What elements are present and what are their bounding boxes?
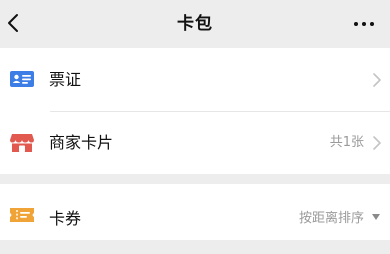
ticket-icon — [10, 208, 34, 222]
card-count: 共1张 — [329, 135, 364, 150]
list-item-label: 票证 — [49, 70, 82, 89]
sort-label: 按距离排序 — [298, 211, 364, 226]
more-dot — [362, 22, 366, 26]
store-icon — [10, 134, 34, 152]
list-item-label: 商家卡片 — [49, 133, 114, 152]
more-dot — [354, 22, 358, 26]
card-group-main: 票证 商家卡片 共1张 — [0, 48, 390, 174]
card-group-coupons: 卡券 按距离排序 — [0, 184, 390, 240]
chevron-right-icon — [373, 136, 381, 150]
nav-bar: 卡包 — [0, 0, 390, 48]
chevron-right-icon — [373, 73, 381, 87]
id-card-icon — [10, 71, 34, 87]
more-button[interactable] — [346, 0, 390, 48]
sort-dropdown[interactable]: 按距离排序 — [280, 184, 390, 240]
more-dot — [370, 22, 374, 26]
page-title: 卡包 — [177, 14, 213, 34]
list-item-label: 卡券 — [49, 209, 82, 228]
list-item-merchant-cards[interactable]: 商家卡片 共1张 — [0, 111, 390, 174]
caret-down-icon — [372, 214, 380, 220]
list-item-tickets[interactable]: 票证 — [0, 48, 390, 111]
